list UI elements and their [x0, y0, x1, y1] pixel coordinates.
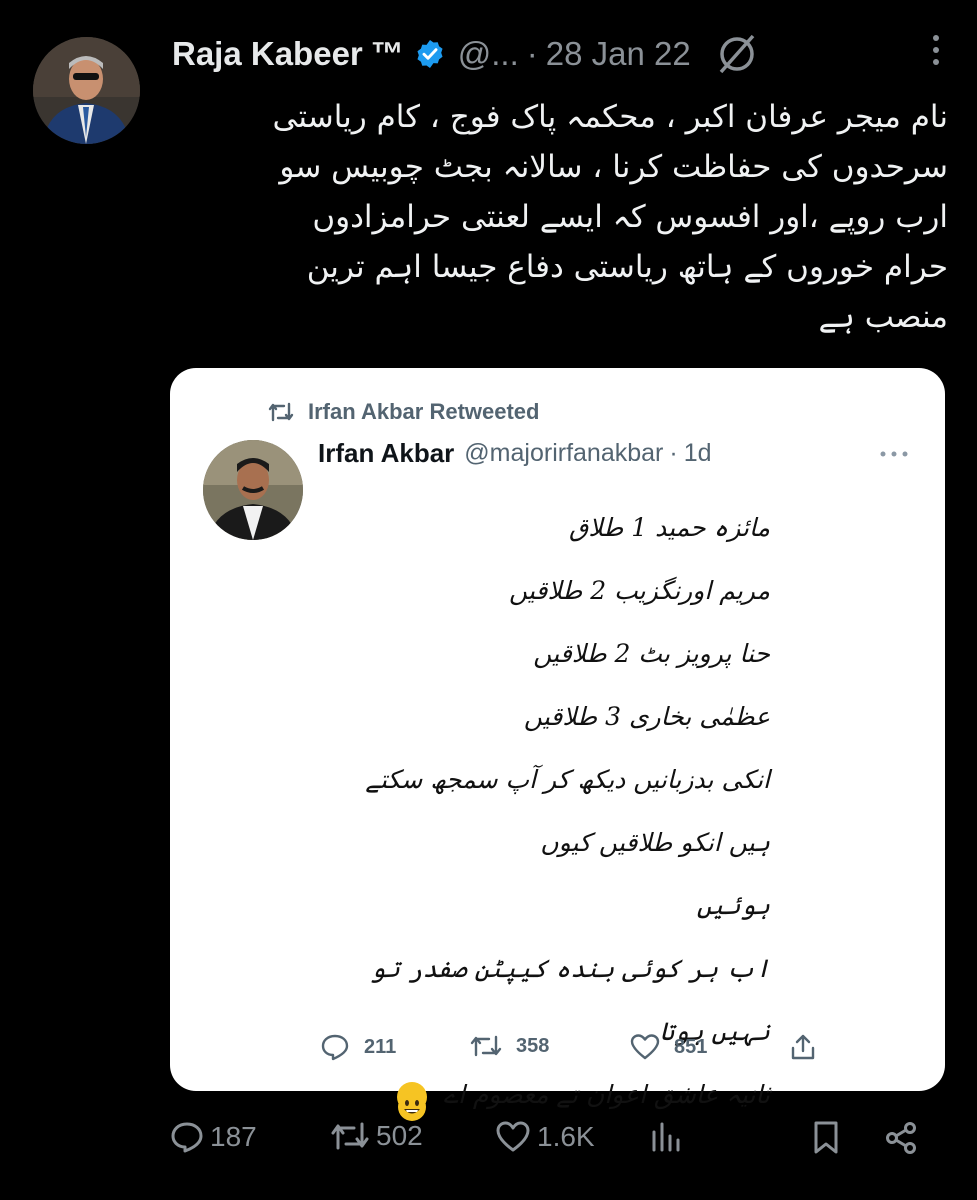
quoted-text-line: ثانیہ عاشق اعوان تے معصوم اے [443, 1080, 770, 1109]
quoted-text-line-last: ثانیہ عاشق اعوان تے معصوم اے [330, 1063, 770, 1126]
quoted-author-avatar[interactable] [203, 440, 303, 540]
tweet-date[interactable]: 28 Jan 22 [546, 35, 691, 73]
bookmark-action[interactable] [810, 1120, 842, 1156]
retweet-action[interactable]: 502 [330, 1120, 423, 1152]
quoted-reply-count: 211 [364, 1035, 397, 1058]
heart-icon [496, 1121, 530, 1152]
author-handle[interactable]: @... [458, 35, 519, 73]
like-count: 1.6K [537, 1121, 595, 1152]
reply-action[interactable]: 187 [170, 1120, 257, 1154]
share-icon [886, 1122, 916, 1154]
retweeted-label: Irfan Akbar Retweeted [268, 399, 539, 425]
tweet-actions: 187 502 1.6K [170, 1120, 930, 1164]
author-avatar[interactable] [33, 37, 140, 144]
quoted-tweet-text: مائزہ حمید 1 طلاق مریم اورنگزیب 2 طلاقیں… [330, 496, 770, 1126]
quoted-text-line: ہوئیں [696, 891, 770, 920]
heart-icon [630, 1034, 660, 1060]
more-options-icon[interactable] [929, 30, 943, 70]
grinning-emoji-icon [397, 1081, 428, 1121]
quoted-like-action[interactable]: 851 [630, 1033, 707, 1061]
grok-icon[interactable] [715, 32, 759, 76]
quoted-text-line: حنا پرویز بٹ 2 طلاقیں [533, 639, 770, 668]
quoted-retweet-count: 358 [516, 1034, 550, 1057]
quoted-tweet-time[interactable]: 1d [684, 439, 712, 468]
tweet-text: نام میجر عرفان اکبر ، محکمہ پاک فوج ، کا… [210, 92, 948, 342]
quoted-retweet-action[interactable]: 358 [470, 1033, 549, 1059]
retweet-count: 502 [376, 1120, 423, 1151]
share-action[interactable] [883, 1120, 919, 1156]
reply-icon [171, 1122, 203, 1153]
verified-badge-icon [417, 40, 443, 68]
separator-dot: · [669, 439, 678, 467]
quoted-tweet-card[interactable]: Irfan Akbar Retweeted Irfan Akbar @major… [170, 368, 945, 1121]
tweet-header: Raja Kabeer ™ @... · 28 Jan 22 [172, 34, 947, 74]
reply-icon [321, 1034, 349, 1061]
quoted-reply-action[interactable]: 211 [320, 1033, 396, 1061]
quoted-like-count: 851 [674, 1035, 708, 1058]
retweet-icon [268, 402, 294, 422]
author-name[interactable]: Raja Kabeer [172, 35, 363, 73]
bookmark-icon [814, 1121, 838, 1154]
retweeted-text[interactable]: Irfan Akbar Retweeted [308, 399, 539, 425]
retweet-icon [470, 1035, 502, 1057]
retweet-icon [331, 1122, 369, 1150]
quoted-tweet-header: Irfan Akbar @majorirfanakbar · 1d [318, 438, 712, 469]
quoted-author-name[interactable]: Irfan Akbar [318, 438, 454, 469]
views-chart-icon [652, 1122, 680, 1152]
trademark-symbol: ™ [370, 35, 404, 72]
quoted-author-handle[interactable]: @majorirfanakbar [464, 439, 663, 468]
tweet-text-line: سرحدوں کی حفاظت کرنا ، سالانہ بجٹ چوبیس … [279, 149, 948, 185]
quoted-text-line: عظمٰی بخاری 3 طلاقیں [523, 702, 770, 731]
reply-count: 187 [210, 1121, 257, 1152]
tweet-text-line: نام میجر عرفان اکبر ، محکمہ پاک فوج ، کا… [272, 99, 948, 135]
quoted-tweet-actions: 211 358 851 [320, 1033, 820, 1067]
views-action[interactable] [648, 1120, 684, 1154]
tweet-text-line: حرام خوروں کے ہاتھ ریاستی دفاع جیسا اہم … [306, 249, 948, 285]
share-icon [791, 1034, 815, 1060]
quoted-text-line: مریم اورنگزیب 2 طلاقیں [508, 576, 770, 605]
like-action[interactable]: 1.6K [495, 1120, 595, 1154]
quoted-text-line: مائزہ حمید 1 طلاق [569, 513, 770, 542]
tweet-text-line: ارب روپے ،اور افسوس کہ ایسے لعنتی حرامزا… [312, 199, 948, 235]
separator-dot: · [526, 35, 538, 72]
quoted-text-line: انکی بدزبانیں دیکھ کر آپ سمجھ سکتے ہیں ا… [365, 765, 770, 857]
tweet-text-line: منصب ہے [818, 299, 948, 335]
quoted-share-action[interactable] [790, 1033, 816, 1061]
quoted-more-options-icon[interactable] [879, 450, 909, 458]
